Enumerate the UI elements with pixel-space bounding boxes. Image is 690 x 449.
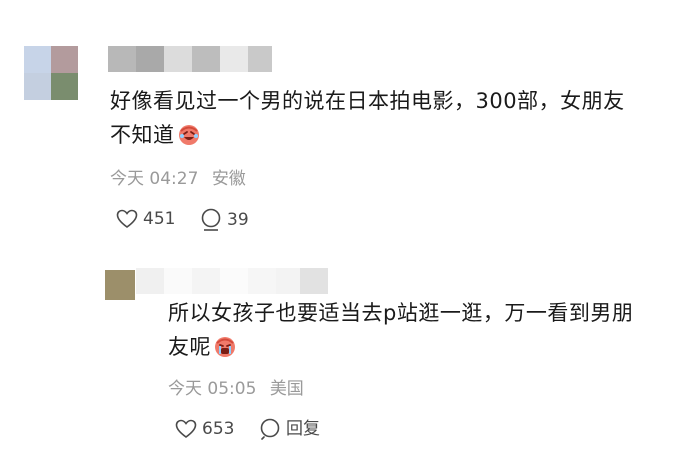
username-mosaic[interactable] [136,268,328,294]
like-count: 451 [143,209,176,229]
reply-meta: 今天 05:05 美国 [168,378,304,400]
comment-thread: 好像看见过一个男的说在日本拍电影，300部，女朋友 不知道 今天 04:27 安… [0,0,690,449]
timestamp: 今天 04:27 [110,169,199,189]
comment-bubble-icon [201,208,221,231]
reply-text-line: 所以女孩子也要适当去p站逛一逛，万一看到男朋 [168,301,634,325]
heart-icon [116,209,138,228]
reply-text-line: 友呢 [168,330,683,364]
reply-button[interactable]: 回复 [259,418,320,440]
location: 美国 [269,379,304,399]
comment-text-line: 不知道 [110,118,680,152]
timestamp: 今天 05:05 [168,379,257,399]
avatar[interactable] [24,46,78,100]
reply-text-end: 友呢 [168,335,211,359]
comment-text-line: 好像看见过一个男的说在日本拍电影，300部，女朋友 [110,89,625,113]
username-mosaic[interactable] [108,46,272,72]
reply-button[interactable]: 39 [200,208,249,232]
avatar[interactable] [105,270,135,300]
comment-text-end: 不知道 [110,123,175,147]
comment-meta: 今天 04:27 安徽 [110,168,246,190]
crying-emoji-icon [215,337,235,357]
like-button[interactable]: 653 [175,418,234,440]
comment-bubble-icon [260,418,280,440]
laughing-crying-emoji-icon [178,125,199,145]
reply-count: 39 [227,210,249,230]
reply-text: 所以女孩子也要适当去p站逛一逛，万一看到男朋 友呢 [168,296,683,364]
comment-text: 好像看见过一个男的说在日本拍电影，300部，女朋友 不知道 [110,84,680,152]
heart-icon [175,419,197,438]
like-count: 653 [202,419,235,439]
like-button[interactable]: 451 [116,208,175,230]
reply-label: 回复 [286,419,320,439]
location: 安徽 [211,169,246,189]
